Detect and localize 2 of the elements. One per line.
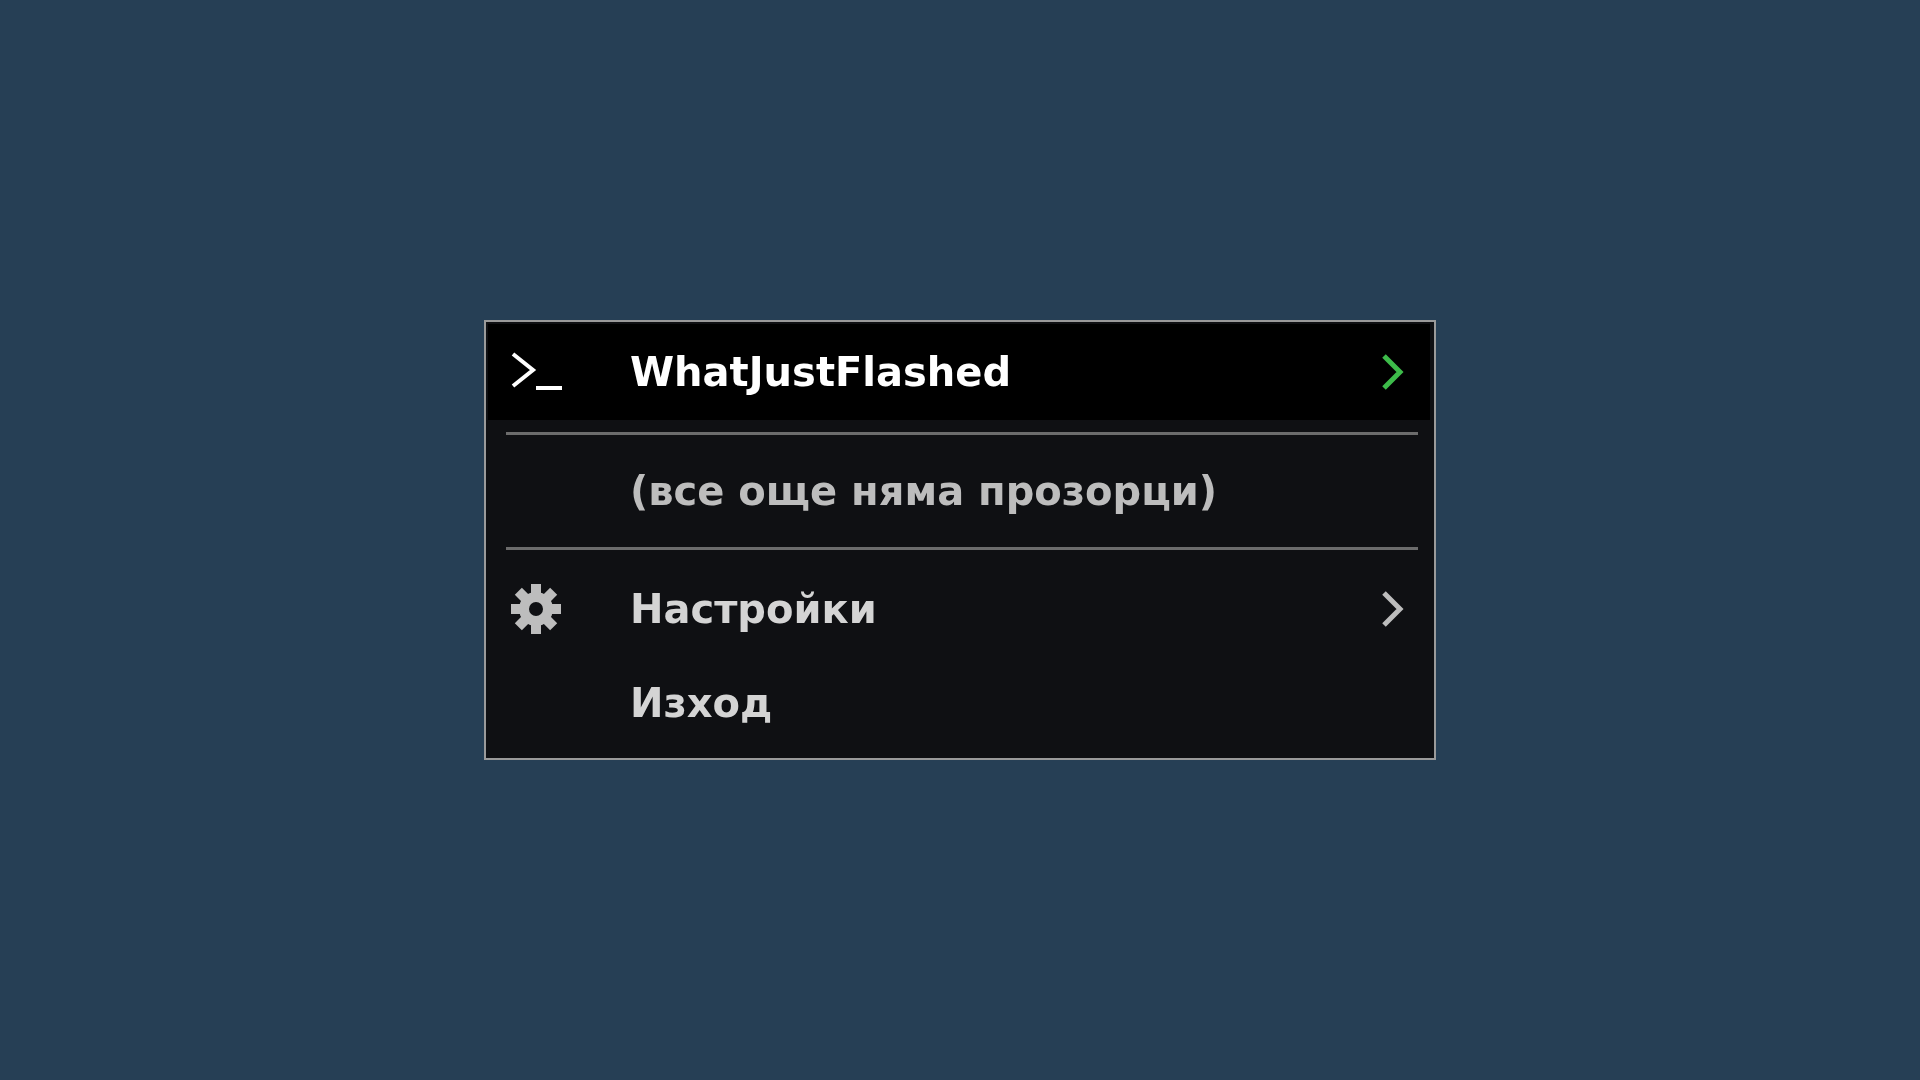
menu-item[interactable]: Настройки	[630, 586, 1380, 632]
menu-item[interactable]: Изход	[630, 680, 1406, 726]
